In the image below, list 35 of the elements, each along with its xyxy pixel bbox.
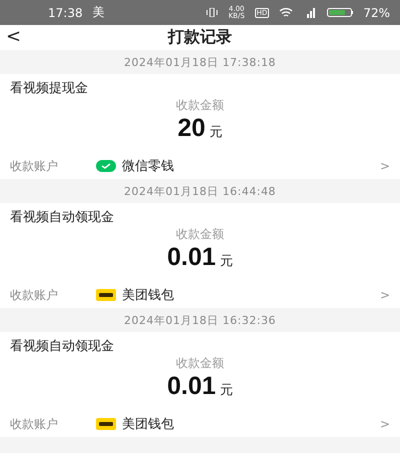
wallet-name: 美团钱包	[122, 287, 174, 304]
amount-value: 0.01	[167, 243, 216, 271]
amount-label: 收款金额	[176, 356, 224, 371]
amount-label: 收款金额	[176, 227, 224, 242]
wallet-logo-icon	[96, 289, 116, 301]
chevron-link[interactable]: >	[380, 417, 390, 431]
vibrate-icon	[206, 8, 218, 17]
wallet-name: 微信零钱	[122, 158, 174, 175]
record-title: 看视频自动领现金	[10, 209, 114, 226]
account-label: 收款账户	[10, 158, 59, 174]
notification-text: 美	[92, 4, 105, 21]
amount-unit: 元	[220, 382, 233, 400]
record-date: 2024年01月18日 16:44:48	[124, 184, 276, 198]
record-date: 2024年01月18日 17:38:18	[124, 54, 276, 70]
chat-bubble-icon	[96, 160, 116, 172]
amount-label: 收款金额	[176, 98, 224, 113]
amount-unit: 元	[209, 124, 222, 142]
chevron-link[interactable]: >	[380, 159, 390, 173]
battery-icon	[327, 8, 354, 17]
amount-unit: 元	[220, 253, 233, 271]
page-title: 打款记录	[168, 27, 232, 48]
wallet-name: 美团钱包	[122, 416, 174, 433]
wallet-logo-icon	[96, 418, 116, 430]
battery-percent: 72%	[363, 6, 390, 20]
status-time: 17:38	[48, 6, 83, 20]
amount-value: 20	[178, 114, 206, 142]
record-title: 看视频提现金	[10, 80, 88, 97]
wifi-icon	[279, 8, 294, 18]
record-title: 看视频自动领现金	[10, 338, 114, 355]
account-label: 收款账户	[10, 416, 59, 432]
account-label: 收款账户	[10, 286, 59, 304]
amount-value: 0.01	[167, 372, 216, 400]
record-date: 2024年01月18日 16:32:36	[124, 312, 276, 328]
chevron-link[interactable]: >	[380, 288, 390, 302]
back-button[interactable]: <	[2, 27, 26, 47]
